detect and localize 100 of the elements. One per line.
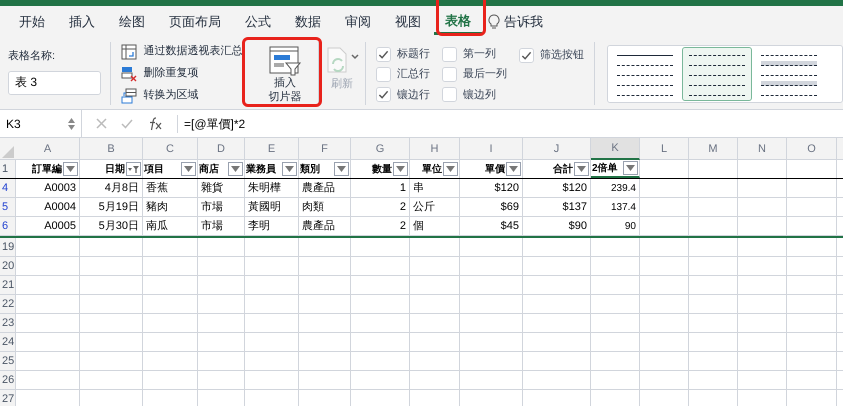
column-title: 訂單編 <box>32 162 62 176</box>
row-header[interactable]: 6 <box>0 217 16 235</box>
filter-dropdown-button[interactable] <box>126 162 141 176</box>
highlight-frame <box>436 0 486 36</box>
row-header[interactable]: 4 <box>0 179 16 197</box>
row-header[interactable]: 19 <box>0 238 16 256</box>
column-header[interactable]: F <box>299 138 351 160</box>
checkbox[interactable] <box>519 48 534 62</box>
column-header[interactable]: I <box>460 138 523 160</box>
row-header[interactable]: 26 <box>0 371 16 389</box>
row-header[interactable]: 1 <box>0 160 16 178</box>
ribbon-tab[interactable]: 插入 <box>58 9 106 35</box>
formula-field[interactable]: =[@單價]*2 <box>177 114 246 132</box>
table-cell: 239.4 <box>591 179 640 197</box>
filter-dropdown-button[interactable] <box>443 162 458 176</box>
table-cell: $120 <box>460 179 523 197</box>
checkbox-label: 镶边列 <box>463 88 496 103</box>
column-header[interactable]: B <box>80 138 143 160</box>
ribbon-tab[interactable]: 审阅 <box>334 9 382 35</box>
table-cell: 肉類 <box>299 198 351 216</box>
row-header[interactable]: 23 <box>0 314 16 332</box>
column-header[interactable]: A <box>16 138 80 160</box>
row-header[interactable]: 24 <box>0 333 16 351</box>
column-title: 類別 <box>300 162 320 176</box>
filter-dropdown-button[interactable] <box>181 162 196 176</box>
row-header[interactable]: 25 <box>0 352 16 370</box>
ribbon-command[interactable]: 转换为区域 <box>121 86 242 105</box>
table-style-option[interactable] <box>682 46 752 100</box>
table-cell: A0005 <box>16 217 80 235</box>
ribbon-tab[interactable]: 表格 <box>434 9 482 35</box>
column-header[interactable]: K <box>591 138 640 160</box>
column-header[interactable]: E <box>245 138 299 160</box>
table-cell: 5月19日 <box>80 198 143 216</box>
column-title: 業務員 <box>246 162 276 176</box>
table-cell: $120 <box>523 179 591 197</box>
checkbox[interactable] <box>376 66 391 82</box>
column-header[interactable]: C <box>143 138 198 160</box>
checkmark-icon[interactable] <box>121 118 133 128</box>
ribbon-tab[interactable]: 数据 <box>284 9 332 35</box>
stepper-icon[interactable] <box>68 116 75 130</box>
column-header[interactable]: D <box>198 138 245 160</box>
dropdown-arrow-icon <box>446 166 455 172</box>
checkbox[interactable] <box>442 66 457 82</box>
column-header[interactable]: N <box>738 138 787 160</box>
filter-dropdown-button[interactable] <box>282 162 297 176</box>
ribbon-tab[interactable]: 绘图 <box>108 9 156 35</box>
filter-dropdown-button[interactable] <box>63 162 78 176</box>
row-header[interactable]: 20 <box>0 257 16 275</box>
caret-icon <box>351 54 359 60</box>
table-cell: 137.4 <box>591 198 640 216</box>
column-title: 日期 <box>105 162 125 176</box>
slicer-icon <box>269 46 302 76</box>
filter-dropdown-button[interactable] <box>574 162 589 176</box>
checkbox[interactable] <box>442 87 457 102</box>
row-header[interactable]: 5 <box>0 198 16 216</box>
row-header[interactable]: 21 <box>0 276 16 294</box>
checkbox-label: 最后一列 <box>463 67 507 82</box>
ribbon-tab[interactable]: 开始 <box>8 9 56 35</box>
filter-dropdown-button[interactable] <box>228 162 243 176</box>
filter-dropdown-button[interactable] <box>393 162 408 176</box>
filter-dropdown-button[interactable] <box>334 162 349 176</box>
checkbox[interactable] <box>376 46 391 62</box>
column-header[interactable]: L <box>640 138 689 160</box>
ribbon-command[interactable]: 通过数据透视表汇总 <box>121 42 242 61</box>
column-title: 2倍单 <box>592 162 618 176</box>
tell-me-link[interactable]: 告诉我 <box>504 12 543 32</box>
table-cell: A0004 <box>16 198 80 216</box>
table-cell: 朱明樺 <box>245 179 299 197</box>
checkbox-label: 汇总行 <box>397 67 430 82</box>
table-cell: 2 <box>351 198 410 216</box>
ribbon-tab[interactable]: 公式 <box>234 9 282 35</box>
column-title: 合計 <box>553 162 573 176</box>
filter-dropdown-button[interactable] <box>623 161 638 175</box>
column-header[interactable]: O <box>787 138 837 160</box>
column-header[interactable]: H <box>410 138 460 160</box>
column-header[interactable]: M <box>689 138 738 160</box>
table-cell: 串 <box>410 179 460 197</box>
table-cell: A0003 <box>16 179 80 197</box>
ribbon-command[interactable]: 删除重复项 <box>121 64 242 83</box>
filter-dropdown-button[interactable] <box>506 162 521 176</box>
ribbon-tab[interactable]: 页面布局 <box>158 9 232 35</box>
column-title: 數量 <box>372 162 392 176</box>
row-header[interactable]: 27 <box>0 390 16 406</box>
row-header[interactable]: 22 <box>0 295 16 313</box>
checkbox[interactable] <box>376 87 391 102</box>
column-title: 單價 <box>485 162 505 176</box>
checkbox[interactable] <box>442 46 457 62</box>
checkbox-label: 筛选按钮 <box>540 48 584 63</box>
ribbon-tab[interactable]: 视图 <box>384 9 432 35</box>
table-name-field[interactable]: 表 3 <box>8 70 101 94</box>
function-icon[interactable] <box>147 116 163 130</box>
table-cell: 個 <box>410 217 460 235</box>
table-cell: 市場 <box>198 217 245 235</box>
table-cell: $90 <box>523 217 591 235</box>
insert-slicer-button[interactable]: 插入 切片器 <box>252 42 318 105</box>
checkmark-icon <box>378 89 389 100</box>
name-box[interactable]: K3 <box>6 114 21 132</box>
column-header[interactable]: G <box>351 138 410 160</box>
table-cell: 香蕉 <box>143 179 198 197</box>
table-cell: $45 <box>460 217 523 235</box>
